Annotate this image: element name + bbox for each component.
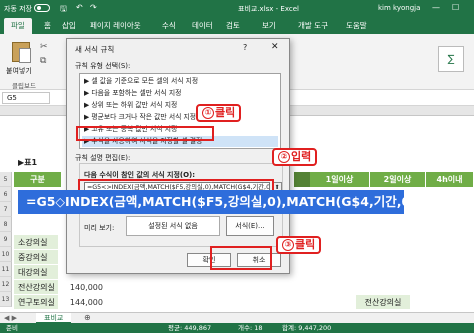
tab-insert[interactable]: 삽입	[62, 20, 76, 31]
close-icon[interactable]: ✕	[271, 42, 279, 52]
tab-review[interactable]: 검토	[226, 20, 240, 31]
minimize-icon[interactable]: —	[432, 3, 440, 12]
status-sum: 합계: 9,447,200	[282, 324, 332, 332]
callout-number: ②	[278, 151, 290, 163]
callout-text: 입력	[291, 150, 312, 163]
tab-developer[interactable]: 개발 도구	[298, 20, 328, 31]
editing-icon[interactable]: ∑	[438, 46, 464, 72]
callout-input-2: ② 입력	[272, 148, 318, 166]
format-preview: 설정된 서식 없음	[126, 216, 220, 236]
tab-view[interactable]: 보기	[262, 20, 276, 31]
status-ready: 준비	[6, 324, 18, 332]
formula-banner: =G5◇INDEX(금액,MATCH($F5,강의실,0),MATCH(G$4,…	[18, 190, 422, 214]
help-icon[interactable]: ?	[243, 43, 247, 52]
amount-cell[interactable]: 144,000	[60, 295, 106, 310]
row-header[interactable]: 10	[0, 247, 12, 262]
preview-label: 미리 보기:	[84, 224, 115, 232]
row-header[interactable]: 5	[0, 172, 12, 187]
callout-number: ③	[282, 239, 294, 251]
document-title: 표비교.xlsx - Excel	[238, 5, 299, 13]
callout-number: ①	[202, 107, 214, 119]
callout-text: 클릭	[215, 106, 236, 119]
table-cell[interactable]: 전산강의실	[356, 295, 410, 310]
title-bar: 자동 저장 🖫 ↶ ↷ 표비교.xlsx - Excel kim kyongja…	[0, 0, 474, 16]
row-header[interactable]: 13	[0, 292, 12, 307]
tab-home[interactable]: 홈	[44, 20, 51, 31]
add-sheet-icon[interactable]: ⊕	[84, 313, 91, 322]
row-header[interactable]: 7	[0, 202, 12, 217]
tab-help[interactable]: 도움말	[346, 20, 367, 31]
maximize-icon[interactable]: ☐	[452, 3, 459, 12]
tab-page-layout[interactable]: 페이지 레이아웃	[90, 20, 141, 31]
rule-type-item[interactable]: ▶ 상위 또는 하위 값만 서식 지정	[82, 100, 278, 111]
table-header-cell[interactable]: 2일이상	[370, 172, 426, 187]
paste-button-label[interactable]: 붙여넣기	[6, 66, 32, 76]
table-row-label[interactable]: 중강의실	[14, 250, 58, 265]
row-header[interactable]: 8	[0, 217, 12, 232]
row-header[interactable]: 12	[0, 277, 12, 292]
rule-type-item[interactable]: ▶ 다음을 포함하는 셀만 서식 지정	[82, 88, 278, 99]
rule-type-label: 규칙 유형 선택(S):	[75, 62, 131, 70]
copy-icon[interactable]: ⧉	[40, 56, 46, 66]
table-row-label[interactable]: 연구토의실	[14, 295, 58, 310]
rule-type-item[interactable]: ▶ 셀 값을 기준으로 모든 셀의 서식 지정	[82, 76, 278, 87]
table-row-label[interactable]: 소강의실	[14, 235, 58, 250]
autosave-label: 자동 저장	[4, 5, 32, 13]
table-header-cell[interactable]: 1일이상	[310, 172, 370, 187]
table-header-cell[interactable]: 4h이내	[426, 172, 474, 187]
table-header-cell[interactable]: 구분	[14, 172, 62, 187]
rule-highlight-frame	[76, 126, 214, 141]
sheet-tabs-bar: ◀ ▶ 표비교 ⊕	[0, 312, 474, 324]
undo-icon[interactable]: ↶	[76, 3, 83, 12]
edit-rule-label: 규칙 설명 편집(E):	[75, 154, 131, 162]
amount-cell[interactable]: 140,000	[60, 280, 106, 295]
tab-data[interactable]: 데이터	[192, 20, 213, 31]
dialog-title: 새 서식 규칙	[75, 45, 115, 54]
tab-file[interactable]: 파일	[4, 18, 32, 34]
user-name[interactable]: kim kyongja	[378, 4, 420, 12]
row-header[interactable]: 11	[0, 262, 12, 277]
table-title: ▶표1	[18, 158, 38, 167]
status-average: 평균: 449,867	[168, 324, 212, 332]
tab-formulas[interactable]: 수식	[162, 20, 176, 31]
rule-type-item[interactable]: ▶ 평균보다 크거나 작은 값만 서식 지정	[82, 112, 278, 123]
redo-icon[interactable]: ↷	[90, 3, 97, 12]
format-button[interactable]: 서식(E)...	[226, 216, 274, 236]
row-header[interactable]: 9	[0, 232, 12, 247]
callout-text: 클릭	[295, 238, 316, 251]
autosave-toggle[interactable]	[34, 4, 50, 12]
new-formatting-rule-dialog: 새 서식 규칙 ? ✕ 규칙 유형 선택(S): ▶ 셀 값을 기준으로 모든 …	[66, 38, 290, 274]
callout-click-1: ① 클릭	[196, 104, 242, 122]
status-count: 개수: 18	[238, 324, 263, 332]
table-row-label[interactable]: 전산강의실	[14, 280, 58, 295]
clipboard-group-label: 클립보드	[12, 82, 36, 90]
row-header[interactable]: 6	[0, 187, 12, 202]
table-row-label[interactable]: 대강의실	[14, 265, 58, 280]
status-bar: 준비 평균: 449,867 개수: 18 합계: 9,447,200	[0, 323, 474, 333]
paste-icon[interactable]	[12, 42, 31, 63]
name-box[interactable]: G5	[2, 92, 50, 104]
ribbon-tabs: 파일 홈 삽입 페이지 레이아웃 수식 데이터 검토 보기 개발 도구 도움말	[0, 16, 474, 34]
save-icon[interactable]: 🖫	[60, 3, 67, 17]
callout-click-3: ③ 클릭	[276, 236, 322, 254]
sheet-nav-icon[interactable]: ◀ ▶	[4, 314, 17, 322]
format-button-highlight-frame	[210, 246, 272, 270]
cut-icon[interactable]: ✂	[40, 42, 48, 52]
